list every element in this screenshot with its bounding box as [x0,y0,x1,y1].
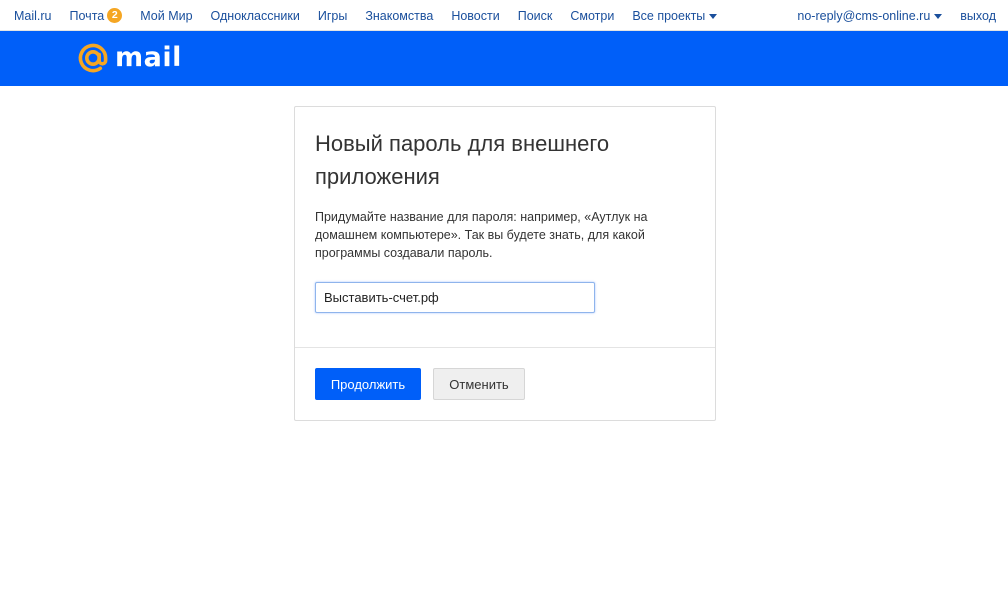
nav-link-smotri[interactable]: Смотри [570,9,614,23]
logo-text: mail [115,42,182,73]
nav-link-poisk[interactable]: Поиск [518,9,553,23]
password-name-input[interactable] [315,282,595,313]
chevron-down-icon [709,13,718,19]
chevron-down-icon [934,13,943,19]
mail-logo[interactable]: mail [77,40,182,76]
nav-link-pochta[interactable]: Почта 2 [70,8,123,23]
user-email: no-reply@cms-online.ru [797,8,931,23]
dialog-description: Придумайте название для пароля: например… [315,210,648,260]
portal-links: Mail.ru Почта 2 Мой Мир Одноклассники Иг… [14,0,718,31]
user-area: no-reply@cms-online.ru выход [797,0,996,31]
nav-link-igry[interactable]: Игры [318,9,347,23]
nav-link-novosti[interactable]: Новости [451,9,499,23]
nav-link-moy-mir[interactable]: Мой Мир [140,9,192,23]
logout-link[interactable]: выход [960,9,996,23]
nav-link-pochta-label: Почта [69,8,105,23]
cancel-button[interactable]: Отменить [433,368,525,400]
nav-link-mailru[interactable]: Mail.ru [14,9,52,23]
at-sign-icon [78,43,108,73]
top-navigation: Mail.ru Почта 2 Мой Мир Одноклассники Иг… [0,0,1008,31]
dialog-title: Новый пароль для внешнего приложения [315,131,610,189]
divider [295,347,715,348]
new-app-password-dialog: Новый пароль для внешнего приложения При… [294,106,716,421]
nav-link-odnoklassniki[interactable]: Одноклассники [211,9,300,23]
continue-button[interactable]: Продолжить [315,368,421,400]
all-projects-dropdown[interactable]: Все проекты [632,8,718,23]
all-projects-label: Все проекты [632,8,706,23]
brand-header: mail [0,31,1008,86]
nav-link-znakomstva[interactable]: Знакомства [365,9,433,23]
account-dropdown[interactable]: no-reply@cms-online.ru [797,8,943,23]
unread-count-badge: 2 [107,8,123,23]
